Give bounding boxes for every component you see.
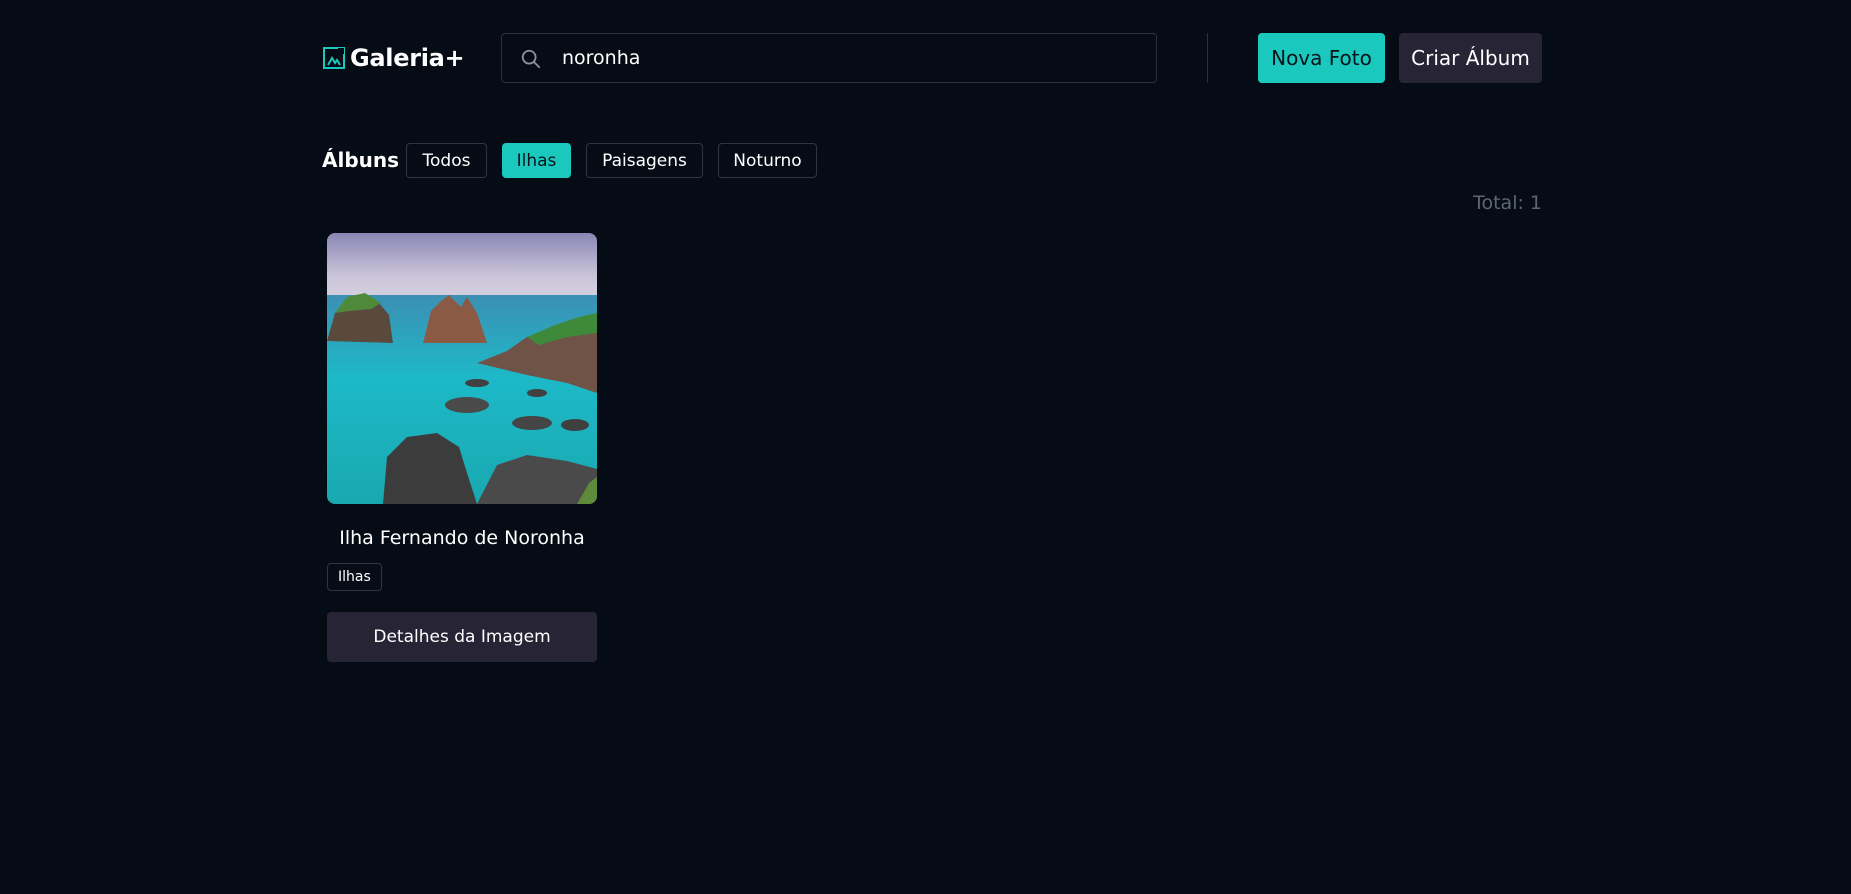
filter-chip-paisagens[interactable]: Paisagens [586,143,703,178]
image-frame-icon [323,47,345,69]
photo-thumbnail[interactable] [327,233,597,504]
app-logo[interactable]: Galeria+ [322,44,465,72]
photo-title: Ilha Fernando de Noronha [339,527,585,549]
filter-chip-noturno[interactable]: Noturno [718,143,817,178]
filter-chip-todos[interactable]: Todos [406,143,487,178]
header-divider [1207,33,1208,83]
total-count: Total: 1 [1473,192,1542,214]
search-bar[interactable] [501,33,1157,83]
photo-card: Ilha Fernando de Noronha Ilhas Detalhes … [327,233,597,662]
search-icon [521,49,541,69]
search-input[interactable] [562,34,1142,82]
logo-text: Galeria+ [350,44,465,72]
image-details-button[interactable]: Detalhes da Imagem [327,612,597,662]
albums-label: Álbuns [322,148,400,172]
filter-chip-ilhas[interactable]: Ilhas [502,143,571,178]
photo-album-tag: Ilhas [327,563,382,591]
create-album-button[interactable]: Criar Álbum [1399,33,1542,83]
page: Galeria+ Nova Foto Criar Álbum Álbuns To… [0,0,1851,894]
new-photo-button[interactable]: Nova Foto [1258,33,1385,83]
